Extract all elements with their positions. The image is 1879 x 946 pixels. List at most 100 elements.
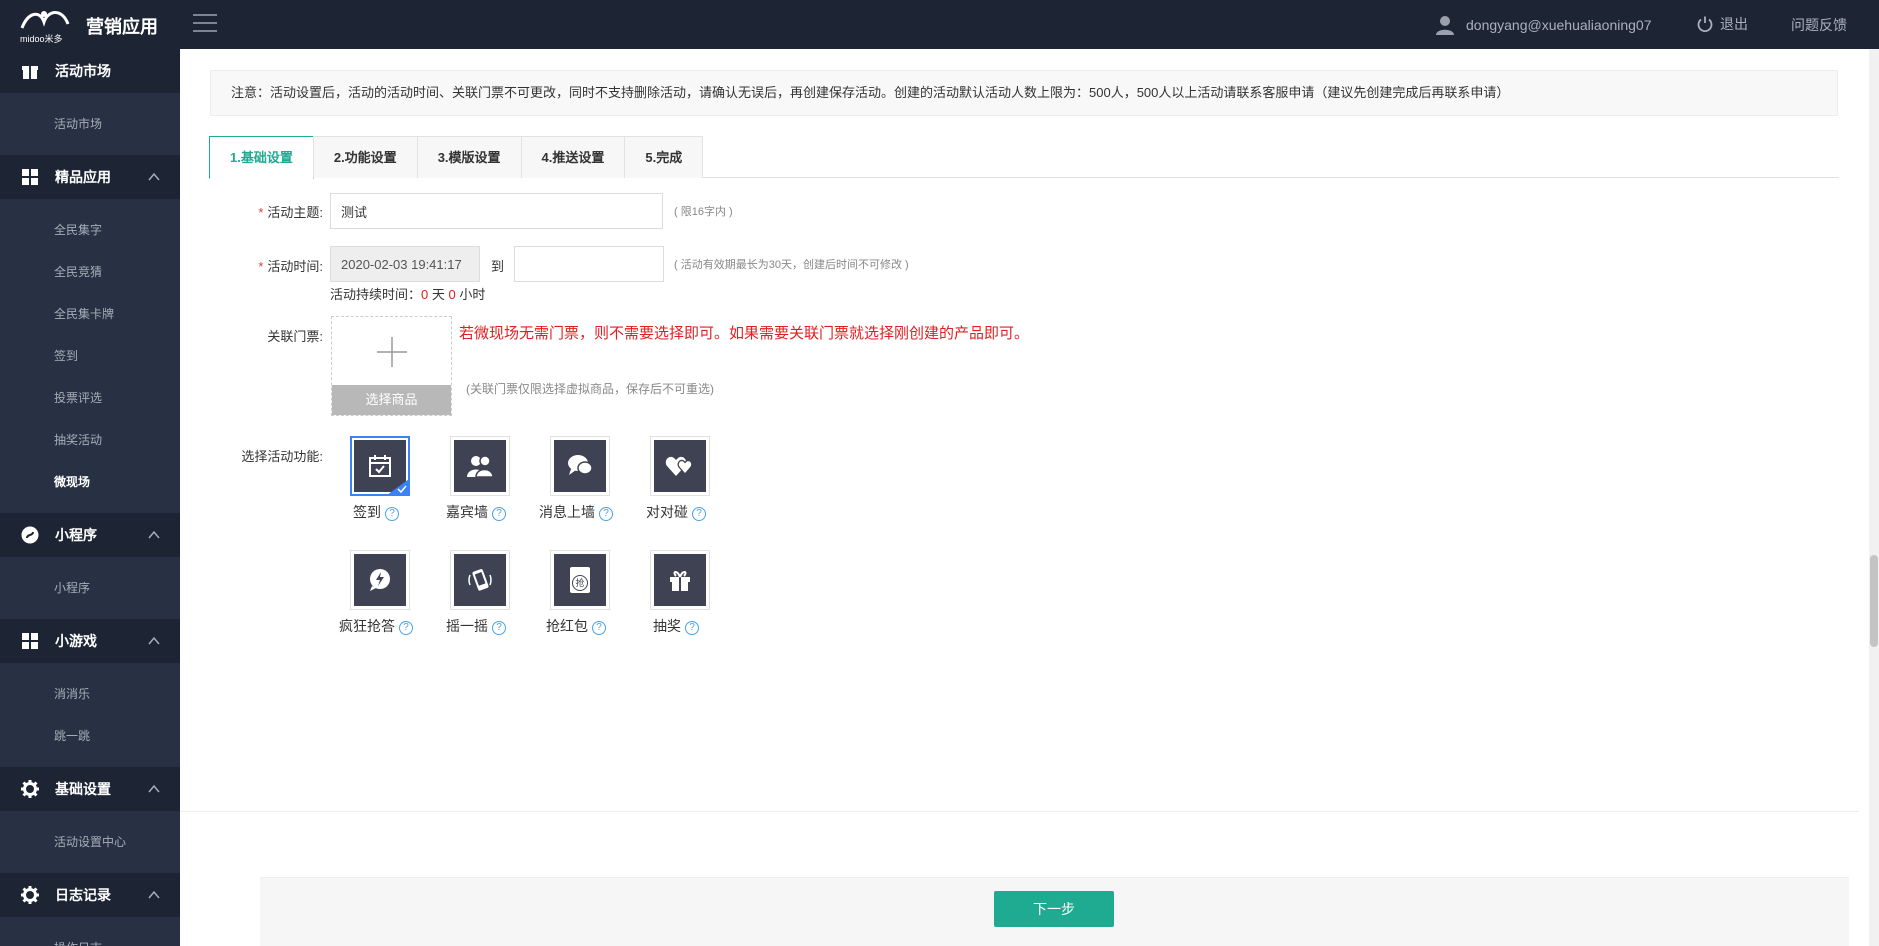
required-mark: * <box>258 205 264 220</box>
plus-icon <box>377 337 407 367</box>
sidebar: 活动市场 活动市场 精品应用 全民集字 全民竞猜 全民集卡牌 签到 投票评选 抽… <box>0 49 180 946</box>
feature-guest-wall[interactable]: 嘉宾墙? <box>426 436 526 526</box>
sidebar-item-miniprogram[interactable]: 小程序 <box>0 567 180 609</box>
chevron-up-icon <box>148 172 160 181</box>
apps-icon <box>22 169 38 185</box>
feature-icon-bg <box>554 440 606 492</box>
sidebar-item-market[interactable]: 活动市场 <box>0 103 180 145</box>
feature-red-envelope[interactable]: 抢 抢红包? <box>526 550 626 640</box>
sidebar-item-guess[interactable]: 全民竞猜 <box>0 251 180 293</box>
sidebar-item-voting[interactable]: 投票评选 <box>0 377 180 419</box>
red-envelope-icon: 抢 <box>570 567 590 593</box>
feature-label-text: 对对碰 <box>646 504 688 520</box>
time-start-input[interactable] <box>330 246 480 282</box>
sidebar-group-header[interactable]: 基础设置 <box>0 767 180 811</box>
step-tabs: 1.基础设置 2.功能设置 3.模版设置 4.推送设置 5.完成 <box>209 136 1839 179</box>
help-icon[interactable]: ? <box>399 621 413 635</box>
duration-day-unit: 天 <box>428 287 449 302</box>
tab-complete[interactable]: 5.完成 <box>624 136 704 178</box>
topic-label-text: 活动主题: <box>267 205 323 220</box>
tab-template-settings[interactable]: 3.模版设置 <box>416 136 522 178</box>
feature-icon-bg <box>454 440 506 492</box>
next-step-button[interactable]: 下一步 <box>994 891 1114 927</box>
sidebar-group-header[interactable]: 精品应用 <box>0 155 180 199</box>
tab-basic-settings[interactable]: 1.基础设置 <box>209 136 314 179</box>
user-info: dongyang@xuehualiaoning07 <box>1434 13 1651 37</box>
feature-label-text: 消息上墙 <box>539 504 595 520</box>
scrollbar-track[interactable] <box>1869 49 1879 946</box>
sidebar-item-settings-center[interactable]: 活动设置中心 <box>0 821 180 863</box>
select-product-label: 选择商品 <box>332 385 451 415</box>
ticket-hint: (关联门票仅限选择虚拟商品，保存后不可重选) <box>466 382 714 396</box>
feature-label-text: 抽奖 <box>653 618 681 634</box>
gear-icon <box>21 780 39 798</box>
midoo-logo: midoo米多 <box>20 11 70 44</box>
time-end-input[interactable] <box>514 246 664 282</box>
sidebar-group-title: 日志记录 <box>55 887 111 903</box>
feature-label-text: 疯狂抢答 <box>339 618 395 634</box>
feature-icon-frame <box>450 550 510 610</box>
feature-icon-frame <box>550 436 610 496</box>
feature-label-text: 嘉宾墙 <box>446 504 488 520</box>
feature-label-text: 抢红包 <box>546 618 588 634</box>
topic-hint: ( 限16字内 ) <box>674 206 733 218</box>
sidebar-group-logs: 日志记录 操作日志 <box>0 873 180 946</box>
sidebar-group-market: 活动市场 活动市场 <box>0 49 180 155</box>
sidebar-item-checkin[interactable]: 签到 <box>0 335 180 377</box>
main-content: 注意：活动设置后，活动的活动时间、关联门票不可更改，同时不支持删除活动，请确认无… <box>180 49 1859 946</box>
feature-quiz[interactable]: 疯狂抢答? <box>326 550 426 640</box>
user-icon <box>1436 16 1454 35</box>
sidebar-item-jump[interactable]: 跳一跳 <box>0 715 180 757</box>
help-icon[interactable]: ? <box>692 507 706 521</box>
sidebar-group-header[interactable]: 活动市场 <box>0 49 180 93</box>
logout-button[interactable]: 退出 <box>1696 14 1748 34</box>
sidebar-group-title: 基础设置 <box>55 781 111 797</box>
help-icon[interactable]: ? <box>385 507 399 521</box>
duration-hours: 0 <box>448 287 456 302</box>
feature-icon-bg <box>654 554 706 606</box>
top-bar: midoo米多 营销应用 dongyang@xuehualiaoning07 退… <box>0 0 1879 49</box>
sidebar-group-minigame: 小游戏 消消乐 跳一跳 <box>0 619 180 767</box>
help-icon[interactable]: ? <box>492 507 506 521</box>
feature-label: 抢红包? <box>526 616 626 636</box>
scrollbar-thumb[interactable] <box>1870 555 1878 647</box>
sidebar-group-header[interactable]: 日志记录 <box>0 873 180 917</box>
sidebar-group-header[interactable]: 小程序 <box>0 513 180 557</box>
help-icon[interactable]: ? <box>492 621 506 635</box>
feature-lottery[interactable]: 抽奖? <box>626 550 726 640</box>
sidebar-group-header[interactable]: 小游戏 <box>0 619 180 663</box>
selected-check-icon <box>387 479 409 495</box>
feature-message-wall[interactable]: 消息上墙? <box>526 436 626 526</box>
time-to-label: 到 <box>491 259 505 274</box>
sidebar-item-live-event[interactable]: 微现场 <box>0 461 180 503</box>
time-label: * 活动时间: <box>203 256 323 275</box>
features-label: 选择活动功能: <box>241 449 323 464</box>
help-icon[interactable]: ? <box>685 621 699 635</box>
apps-icon <box>22 633 38 649</box>
sidebar-item-match3[interactable]: 消消乐 <box>0 673 180 715</box>
calendar-check-icon <box>369 455 391 477</box>
sidebar-item-lottery[interactable]: 抽奖活动 <box>0 419 180 461</box>
logout-label: 退出 <box>1720 16 1748 32</box>
feature-shake[interactable]: 摇一摇? <box>426 550 526 640</box>
sidebar-item-collect-cards[interactable]: 全民集卡牌 <box>0 293 180 335</box>
tab-feature-settings[interactable]: 2.功能设置 <box>312 136 418 178</box>
feature-match-hearts[interactable]: 对对碰? <box>626 436 726 526</box>
feature-checkin[interactable]: 签到? <box>326 436 426 526</box>
topic-input[interactable] <box>330 193 663 229</box>
select-product-button[interactable]: 选择商品 <box>331 316 452 416</box>
feature-icon-bg <box>654 440 706 492</box>
ticket-red-note: 若微现场无需门票，则不需要选择即可。如果需要关联门票就选择刚创建的产品即可。 <box>459 325 1030 342</box>
hearts-icon <box>665 456 693 476</box>
help-icon[interactable]: ? <box>592 621 606 635</box>
tab-push-settings[interactable]: 4.推送设置 <box>520 136 626 178</box>
svg-text:midoo米多: midoo米多 <box>20 33 63 44</box>
feedback-link[interactable]: 问题反馈 <box>1791 15 1847 35</box>
time-label-text: 活动时间: <box>267 259 323 274</box>
menu-toggle-icon[interactable] <box>193 14 217 34</box>
help-icon[interactable]: ? <box>599 507 613 521</box>
sidebar-group-settings: 基础设置 活动设置中心 <box>0 767 180 873</box>
sidebar-item-operation-log[interactable]: 操作日志 <box>0 927 180 946</box>
feature-icon-bg <box>454 554 506 606</box>
sidebar-item-collect-words[interactable]: 全民集字 <box>0 209 180 251</box>
